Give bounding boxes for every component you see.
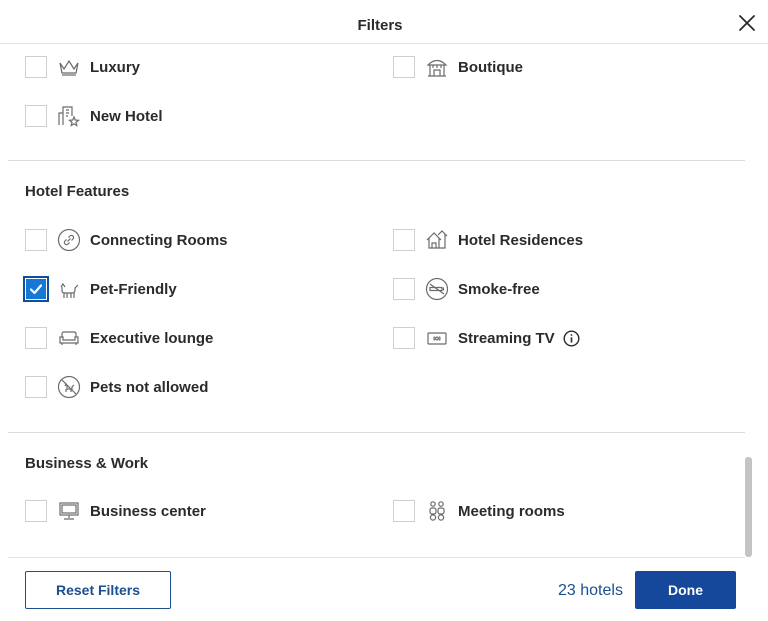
checkbox[interactable]	[393, 56, 415, 78]
filter-option-pet-friendly[interactable]: Pet-Friendly	[23, 276, 177, 302]
no-smoking-icon	[425, 277, 449, 301]
scrollbar-thumb[interactable]	[745, 457, 752, 557]
option-label: Luxury	[90, 58, 141, 76]
dog-icon	[57, 277, 81, 301]
link-icon	[57, 228, 81, 252]
option-label: New Hotel	[90, 107, 163, 125]
filter-option-connecting-rooms[interactable]: Connecting Rooms	[25, 227, 228, 253]
residences-icon	[425, 228, 449, 252]
filter-option-executive-lounge[interactable]: Executive lounge	[25, 325, 213, 351]
sofa-icon	[57, 326, 81, 350]
info-button[interactable]	[563, 329, 580, 347]
filter-option-smoke-free[interactable]: Smoke-free	[393, 276, 540, 302]
filter-option-streaming-tv[interactable]: Streaming TV	[393, 325, 580, 351]
filter-option-pets-not-allowed[interactable]: Pets not allowed	[25, 374, 208, 400]
checkbox[interactable]	[393, 229, 415, 251]
section-title-hotel-features: Hotel Features	[25, 183, 130, 200]
checkbox[interactable]	[25, 56, 47, 78]
reset-filters-button[interactable]: Reset Filters	[25, 571, 171, 609]
checkbox[interactable]	[25, 229, 47, 251]
close-button[interactable]	[735, 11, 759, 35]
section-divider	[8, 160, 745, 161]
checkbox[interactable]	[393, 500, 415, 522]
filter-option-luxury[interactable]: Luxury	[25, 54, 140, 80]
checkbox[interactable]	[25, 376, 47, 398]
option-label: Boutique	[458, 58, 523, 76]
checkbox[interactable]	[393, 278, 415, 300]
checkbox[interactable]	[25, 105, 47, 127]
checkbox[interactable]	[25, 500, 47, 522]
meeting-icon	[425, 499, 449, 523]
no-pets-icon	[57, 375, 81, 399]
done-button[interactable]: Done	[635, 571, 736, 609]
filter-option-business-center[interactable]: Business center	[25, 498, 206, 524]
option-label: Smoke-free	[458, 280, 540, 298]
tv-icon	[425, 326, 449, 350]
option-label: Pet-Friendly	[90, 280, 177, 298]
filter-option-meeting-rooms[interactable]: Meeting rooms	[393, 498, 565, 524]
option-label: Meeting rooms	[458, 502, 565, 520]
page-title: Filters	[357, 17, 403, 34]
checkbox[interactable]	[393, 327, 415, 349]
checkbox-checked[interactable]	[23, 276, 49, 302]
section-divider	[8, 432, 745, 433]
computer-icon	[57, 499, 81, 523]
results-count: 23 hotels	[558, 582, 623, 599]
filters-scroll-area[interactable]: Luxury Boutique New Hotel Hotel Features…	[8, 45, 745, 557]
option-label: Executive lounge	[90, 329, 214, 347]
section-title-business-work: Business & Work	[25, 455, 149, 472]
boutique-icon	[425, 55, 449, 79]
option-label: Pets not allowed	[90, 378, 209, 396]
option-label: Business center	[90, 502, 206, 520]
checkmark-icon	[29, 284, 43, 295]
filter-option-boutique[interactable]: Boutique	[393, 54, 523, 80]
option-label: Connecting Rooms	[90, 231, 228, 249]
close-icon	[739, 15, 755, 31]
option-label: Hotel Residences	[458, 231, 584, 249]
crown-icon	[57, 55, 81, 79]
option-label: Streaming TV	[458, 329, 555, 347]
filters-header: Filters	[0, 0, 768, 44]
filters-footer: Reset Filters 23 hotels Done	[8, 557, 745, 621]
filter-option-new-hotel[interactable]: New Hotel	[25, 103, 163, 129]
filter-option-hotel-residences[interactable]: Hotel Residences	[393, 227, 583, 253]
info-icon	[563, 329, 580, 347]
new-hotel-icon	[57, 104, 81, 128]
checkbox[interactable]	[25, 327, 47, 349]
